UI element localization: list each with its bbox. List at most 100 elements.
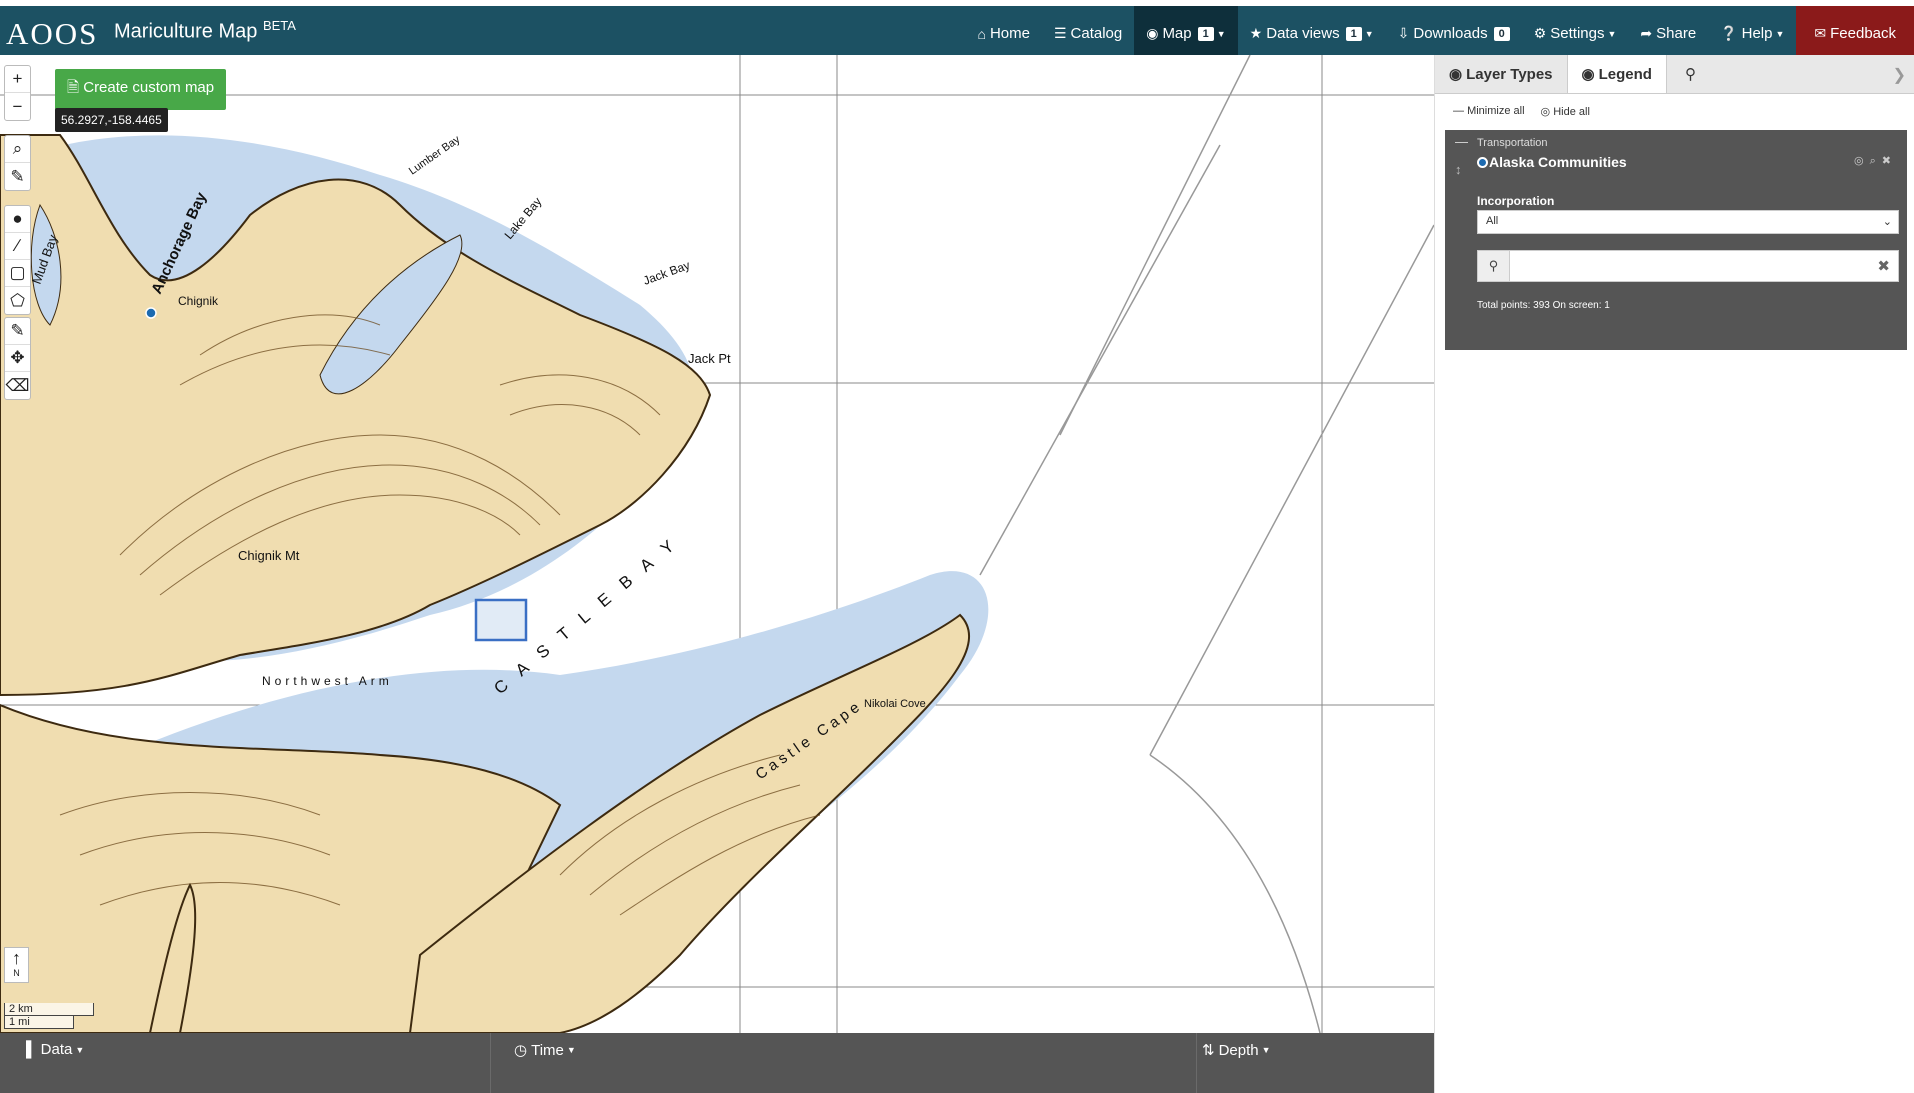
community-marker[interactable] xyxy=(145,307,157,319)
nav-catalog[interactable]: ☰ Catalog xyxy=(1042,6,1134,61)
time-dropdown[interactable]: ◷ Time ▼ xyxy=(514,1041,576,1060)
selection-box[interactable] xyxy=(474,598,528,642)
north-label: N xyxy=(13,968,20,978)
label-northwest-arm: Northwest Arm xyxy=(262,674,393,688)
downloads-count-badge: 0 xyxy=(1493,26,1510,41)
caret-down-icon: ▼ xyxy=(1775,28,1785,39)
clear-search-icon[interactable]: ✖ xyxy=(1877,257,1890,275)
marker-icon[interactable]: ● xyxy=(5,206,30,233)
minimize-all-button[interactable]: — Minimize all xyxy=(1453,105,1525,117)
layer-tools: ◎⌕✖ xyxy=(1854,154,1897,168)
polyline-icon[interactable]: ∕ xyxy=(5,233,30,260)
zoom-controls: + − xyxy=(4,65,31,121)
divider xyxy=(1196,1033,1197,1093)
tab-search[interactable]: ⚲ xyxy=(1667,55,1714,93)
zoom-in-button[interactable]: + xyxy=(5,66,30,93)
top-navbar: AOOS Mariculture Map BETA ⌂ Home ☰ Catal… xyxy=(0,0,1914,61)
share-icon: ➦ xyxy=(1640,25,1653,41)
zoom-to-layer-icon[interactable]: ⌕ xyxy=(1870,155,1882,167)
caret-down-icon: ▼ xyxy=(566,1045,576,1055)
nav-share[interactable]: ➦ Share xyxy=(1628,6,1708,61)
label-nikolai-cove: Nikolai Cove xyxy=(864,698,926,710)
globe-icon: ◉ xyxy=(1581,66,1595,83)
bar-chart-icon: ▌ xyxy=(26,1041,37,1058)
tab-legend[interactable]: ◉ Legend xyxy=(1567,55,1667,93)
arrow-up-icon: ↑ xyxy=(12,948,21,968)
layer-search-input[interactable]: ⚲ ✖ xyxy=(1477,250,1899,282)
nav-map[interactable]: ◉ Map 1 ▼ xyxy=(1134,6,1238,61)
zoom-box-icon[interactable]: ⌕ xyxy=(5,136,30,163)
nav-feedback[interactable]: ✉ Feedback xyxy=(1796,6,1914,61)
incorporation-select[interactable]: All ⌄ xyxy=(1477,210,1899,234)
close-icon[interactable]: ✖ xyxy=(1882,155,1897,167)
nav-share-label: Share xyxy=(1656,25,1697,42)
panel-actions: — Minimize all ◎ Hide all xyxy=(1435,94,1914,128)
eye-slash-icon: ◎ xyxy=(1540,105,1551,118)
data-dropdown[interactable]: ▌ Data ▼ xyxy=(26,1041,84,1058)
bottom-bar: ▌ Data ▼ ◷ Time ▼ ⇅ Depth ▼ xyxy=(0,1033,1434,1093)
time-dropdown-label: Time xyxy=(531,1041,564,1059)
nav-downloads[interactable]: ⇩ Downloads 0 xyxy=(1386,6,1522,61)
caret-down-icon: ▼ xyxy=(1364,28,1374,39)
nav-help[interactable]: ❔ Help ▼ xyxy=(1708,6,1796,61)
beta-label: BETA xyxy=(262,18,296,33)
minimize-layer-icon[interactable]: — xyxy=(1455,134,1468,149)
nav-home-label: Home xyxy=(989,25,1030,42)
eraser-icon[interactable]: ⌫ xyxy=(5,372,30,399)
nav-data-views[interactable]: ★ Data views 1 ▼ xyxy=(1238,6,1386,61)
measure-icon[interactable]: ✎ xyxy=(5,163,30,190)
file-icon: 🗎 xyxy=(67,79,80,96)
minimize-all-label: Minimize all xyxy=(1467,105,1525,117)
create-custom-map-button[interactable]: 🗎 Create custom map xyxy=(55,69,227,110)
globe-icon: ◉ xyxy=(1146,25,1159,41)
data-views-count-badge: 1 xyxy=(1345,26,1362,41)
nautical-chart[interactable]: Mud Bay Anchorage Bay Chignik Lake Bay L… xyxy=(0,55,1434,1033)
edit-icon[interactable]: ✎ xyxy=(5,318,30,345)
map-canvas[interactable]: Mud Bay Anchorage Bay Chignik Lake Bay L… xyxy=(0,55,1434,1033)
visibility-icon[interactable]: ◎ xyxy=(1854,155,1870,167)
nav-home[interactable]: ⌂ Home xyxy=(965,6,1041,61)
nav-downloads-label: Downloads xyxy=(1413,25,1488,42)
side-panel: ◉ Layer Types ◉ Legend ⚲ ❯ — Minimize al… xyxy=(1434,55,1914,1093)
aoos-logo[interactable]: AOOS xyxy=(6,16,98,52)
nav-map-label: Map xyxy=(1162,25,1192,42)
divider xyxy=(490,1033,491,1093)
app-title: Mariculture Map BETA xyxy=(114,18,296,44)
panel-tabs: ◉ Layer Types ◉ Legend ⚲ ❯ xyxy=(1435,55,1914,94)
caret-down-icon: ▼ xyxy=(1261,1045,1271,1055)
home-icon: ⌂ xyxy=(977,25,986,42)
rectangle-icon[interactable]: ▢ xyxy=(5,260,30,287)
scale-km: 2 km xyxy=(4,1003,94,1016)
layer-category: Transportation xyxy=(1477,137,1548,149)
nav-help-label: Help xyxy=(1741,25,1773,42)
move-icon[interactable]: ✥ xyxy=(5,345,30,372)
collapse-panel-icon[interactable]: ❯ xyxy=(1893,65,1906,85)
drag-handle-icon[interactable]: ↕ xyxy=(1455,162,1462,177)
nav-catalog-label: Catalog xyxy=(1070,25,1123,42)
scale-mi: 1 mi xyxy=(4,1016,74,1029)
caret-down-icon: ▼ xyxy=(1607,28,1617,39)
nav-settings[interactable]: ⚙ Settings ▼ xyxy=(1522,6,1629,61)
incorporation-value: All xyxy=(1486,215,1499,227)
search-icon: ⚲ xyxy=(1684,66,1696,83)
depth-dropdown[interactable]: ⇅ Depth ▼ xyxy=(1202,1041,1271,1060)
star-icon: ★ xyxy=(1249,25,1263,41)
question-icon: ❔ xyxy=(1720,25,1738,41)
polygon-icon[interactable]: ⬠ xyxy=(5,287,30,314)
label-chignik-mt: Chignik Mt xyxy=(238,548,300,563)
zoom-out-button[interactable]: − xyxy=(5,93,30,120)
data-dropdown-label: Data xyxy=(40,1041,73,1058)
tab-legend-label: Legend xyxy=(1598,65,1652,83)
list-icon: ☰ xyxy=(1053,25,1067,41)
north-arrow[interactable]: ↑ N xyxy=(4,947,29,983)
map-count-badge: 1 xyxy=(1197,26,1214,41)
bullhorn-icon: ✉ xyxy=(1814,25,1827,41)
gear-icon: ⚙ xyxy=(1533,25,1547,41)
globe-icon: ◉ xyxy=(1449,66,1463,83)
nav-data-views-label: Data views xyxy=(1266,25,1340,42)
hide-all-label: Hide all xyxy=(1553,105,1590,118)
tab-layer-types[interactable]: ◉ Layer Types xyxy=(1435,55,1568,93)
caret-down-icon: ▼ xyxy=(75,1044,85,1055)
create-custom-map-label: Create custom map xyxy=(83,79,215,96)
hide-all-button[interactable]: ◎ Hide all xyxy=(1541,105,1590,118)
